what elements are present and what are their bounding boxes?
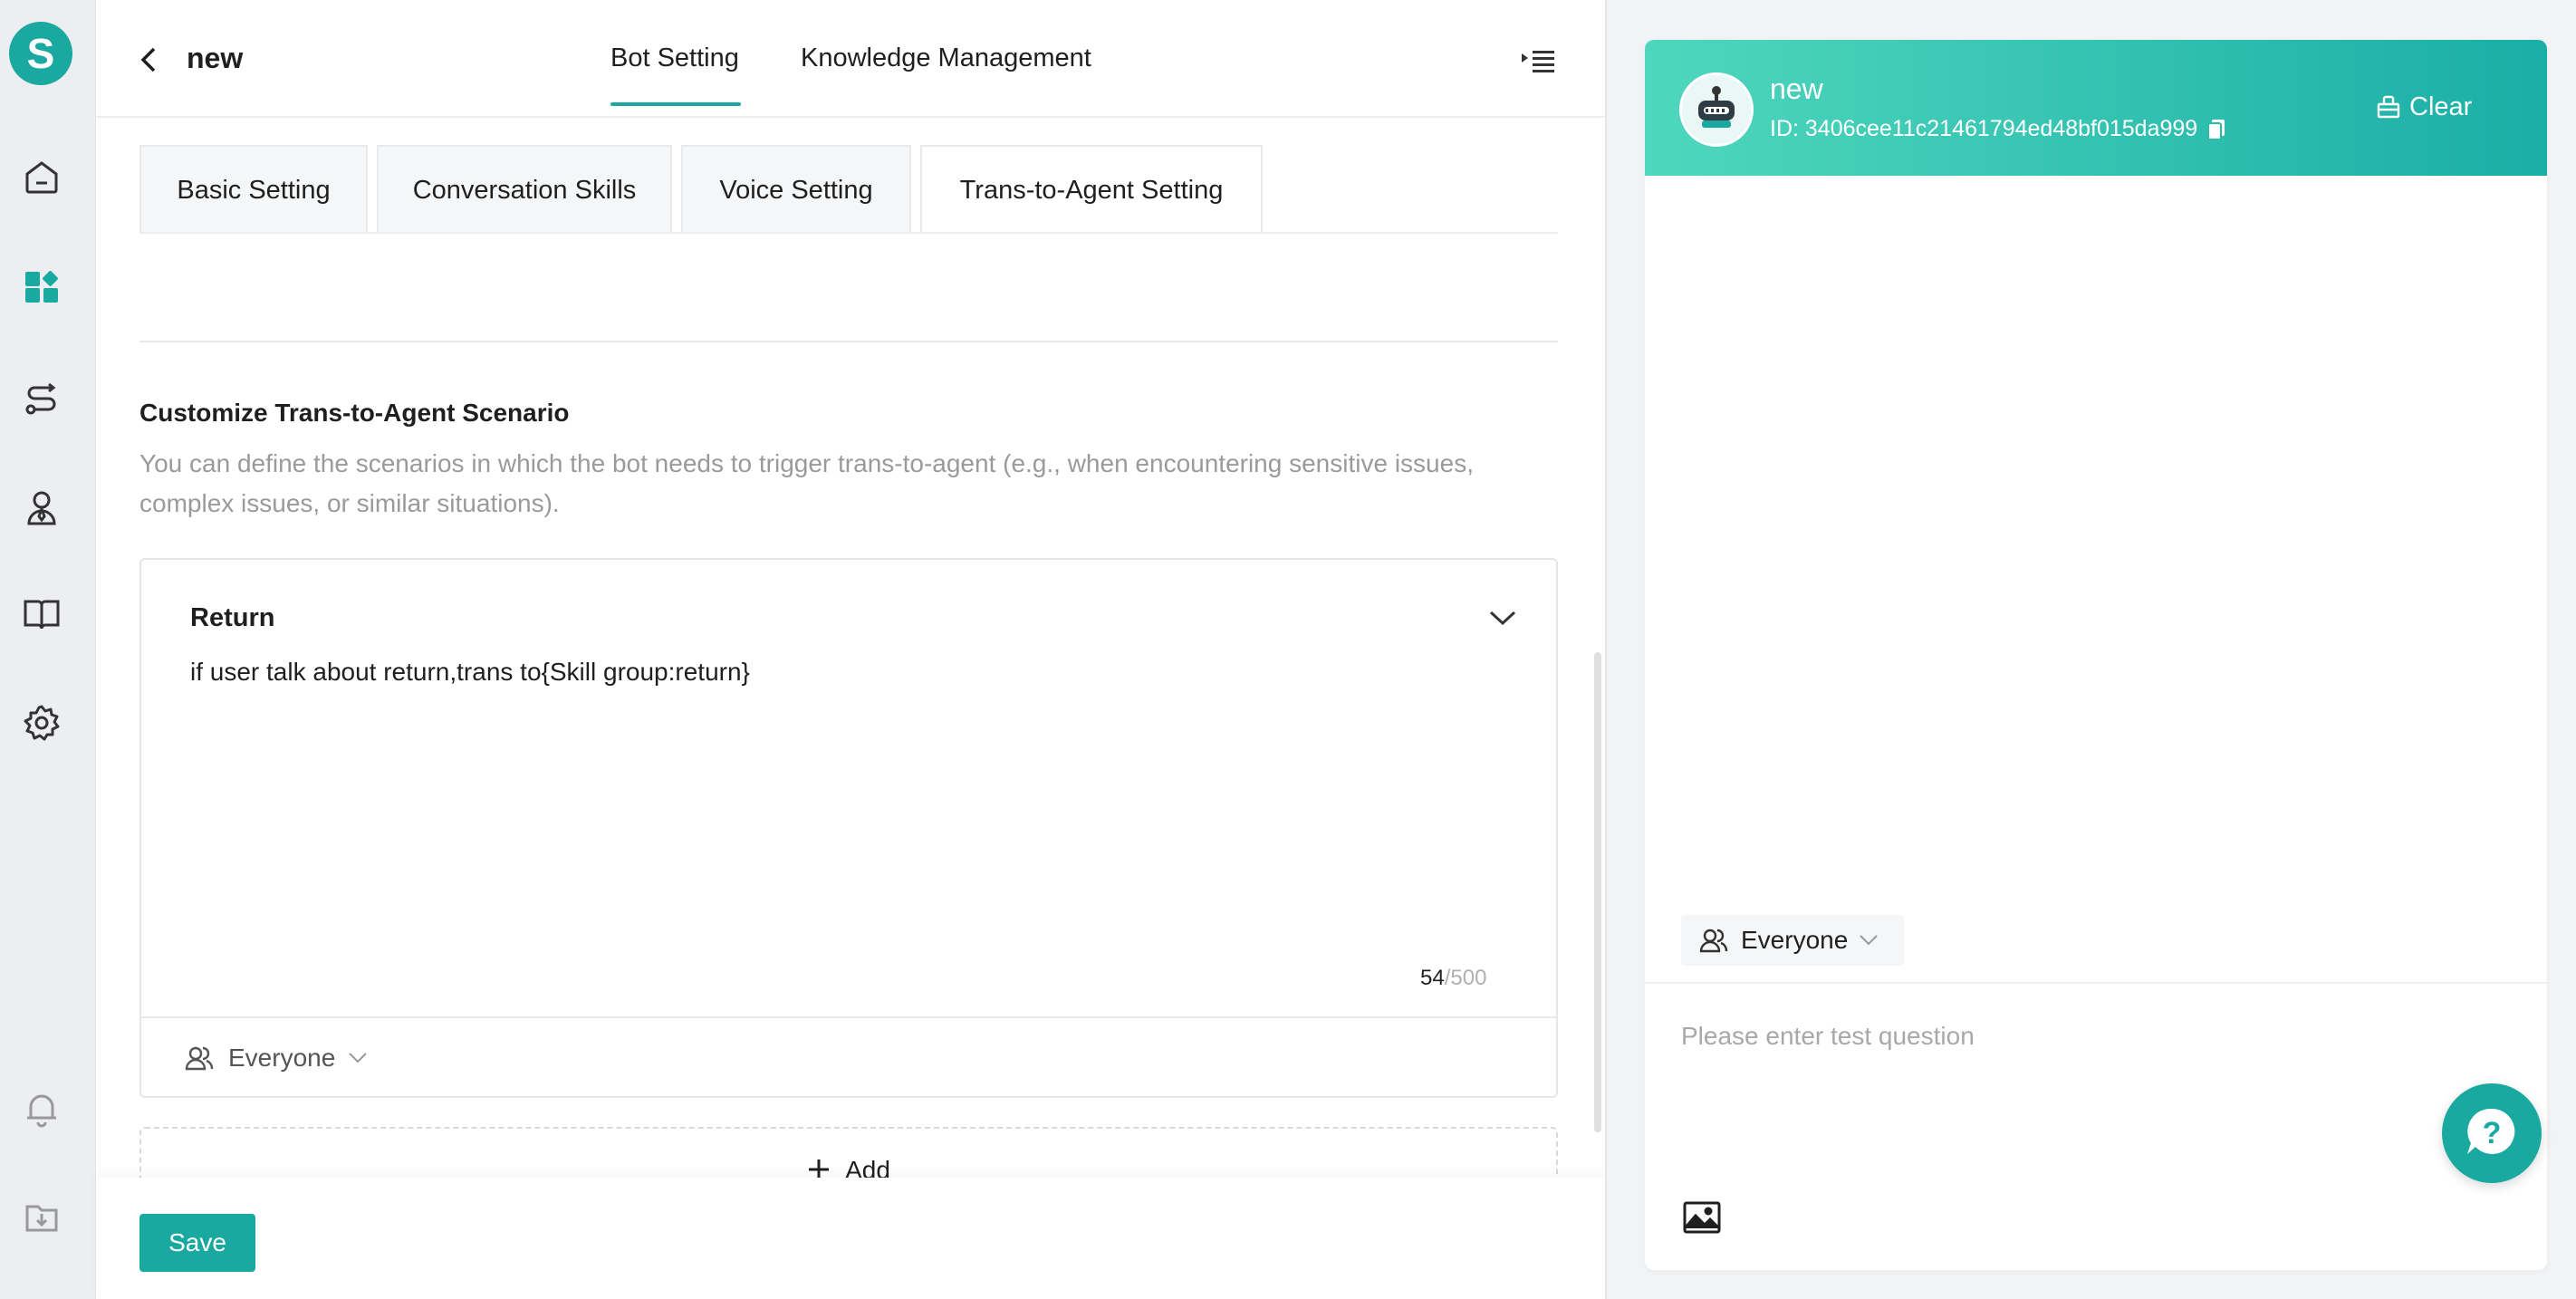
active-tab-indicator bbox=[610, 102, 741, 106]
download-icon[interactable] bbox=[22, 1198, 62, 1237]
help-chat-button[interactable]: ? bbox=[2442, 1083, 2542, 1183]
scenario-card: Return if user talk about return,trans t… bbox=[139, 558, 1558, 1098]
flow-icon[interactable] bbox=[22, 379, 62, 419]
char-counter: 54/500 bbox=[1420, 966, 1486, 991]
audience-select[interactable]: Everyone bbox=[185, 1040, 368, 1076]
gear-icon[interactable] bbox=[22, 703, 62, 743]
agent-icon[interactable] bbox=[22, 487, 62, 527]
robot-icon bbox=[1679, 72, 1754, 147]
footer-bar: Save bbox=[96, 1178, 1605, 1299]
bot-name: new bbox=[1770, 72, 1823, 105]
main-panel: new Bot Setting Knowledge Management Bas… bbox=[96, 0, 1605, 1299]
top-bar: new Bot Setting Knowledge Management bbox=[96, 0, 1605, 118]
chevron-down-icon bbox=[1859, 934, 1879, 947]
back-arrow-icon[interactable] bbox=[136, 43, 161, 76]
char-limit: /500 bbox=[1444, 966, 1487, 990]
test-question-input[interactable] bbox=[1681, 1009, 2496, 1063]
users-icon bbox=[1699, 926, 1728, 955]
subtab-trans-to-agent-setting[interactable]: Trans-to-Agent Setting bbox=[920, 145, 1263, 234]
bot-id-text: ID: 3406cee11c21461794ed48bf015da999 bbox=[1770, 116, 2198, 141]
image-upload-icon[interactable] bbox=[1681, 1199, 1723, 1236]
tab-bot-setting[interactable]: Bot Setting bbox=[610, 43, 739, 73]
book-icon[interactable] bbox=[22, 594, 62, 634]
section-divider bbox=[139, 341, 1558, 342]
collapse-panel-icon[interactable] bbox=[1520, 45, 1556, 76]
chat-audience-select[interactable]: Everyone bbox=[1681, 915, 1904, 966]
scenario-title: Return bbox=[190, 603, 275, 632]
subtab-divider bbox=[139, 232, 1558, 234]
save-button[interactable]: Save bbox=[139, 1214, 255, 1272]
chat-audience-label: Everyone bbox=[1741, 926, 1849, 954]
audience-label: Everyone bbox=[228, 1044, 336, 1072]
dashboard-icon[interactable] bbox=[22, 268, 62, 308]
chevron-down-icon[interactable] bbox=[1487, 607, 1518, 629]
clear-label: Clear bbox=[2409, 91, 2473, 121]
broom-icon bbox=[2375, 93, 2402, 120]
subtab-voice-setting[interactable]: Voice Setting bbox=[681, 145, 911, 234]
chevron-down-icon bbox=[348, 1052, 368, 1064]
logo-letter: S bbox=[26, 30, 55, 77]
chat-input-divider bbox=[1645, 982, 2547, 984]
bell-icon[interactable] bbox=[22, 1089, 62, 1129]
copy-icon[interactable] bbox=[2206, 118, 2226, 141]
app-logo[interactable]: S bbox=[9, 22, 72, 85]
left-nav: S bbox=[0, 0, 96, 1299]
clear-button[interactable]: Clear bbox=[2375, 91, 2472, 123]
subtab-basic-setting[interactable]: Basic Setting bbox=[139, 145, 368, 234]
users-icon bbox=[185, 1044, 214, 1073]
test-panel: new ID: 3406cee11c21461794ed48bf015da999 bbox=[1605, 0, 2576, 1299]
page-title: new bbox=[187, 42, 244, 74]
tab-knowledge-management[interactable]: Knowledge Management bbox=[801, 43, 1091, 73]
bot-id: ID: 3406cee11c21461794ed48bf015da999 bbox=[1770, 116, 2226, 142]
section-description: You can define the scenarios in which th… bbox=[139, 449, 1474, 517]
card-footer-divider bbox=[141, 1016, 1556, 1018]
home-icon[interactable] bbox=[22, 158, 62, 197]
chat-header: new ID: 3406cee11c21461794ed48bf015da999 bbox=[1645, 40, 2547, 176]
char-count: 54 bbox=[1420, 966, 1445, 990]
scrollbar[interactable] bbox=[1594, 652, 1601, 1132]
svg-text:?: ? bbox=[2483, 1116, 2502, 1150]
section-title: Customize Trans-to-Agent Scenario bbox=[139, 399, 570, 427]
subtab-conversation-skills[interactable]: Conversation Skills bbox=[377, 145, 672, 234]
chat-window: new ID: 3406cee11c21461794ed48bf015da999 bbox=[1645, 40, 2547, 1270]
scenario-text-field[interactable]: if user talk about return,trans to{Skill… bbox=[190, 658, 750, 687]
